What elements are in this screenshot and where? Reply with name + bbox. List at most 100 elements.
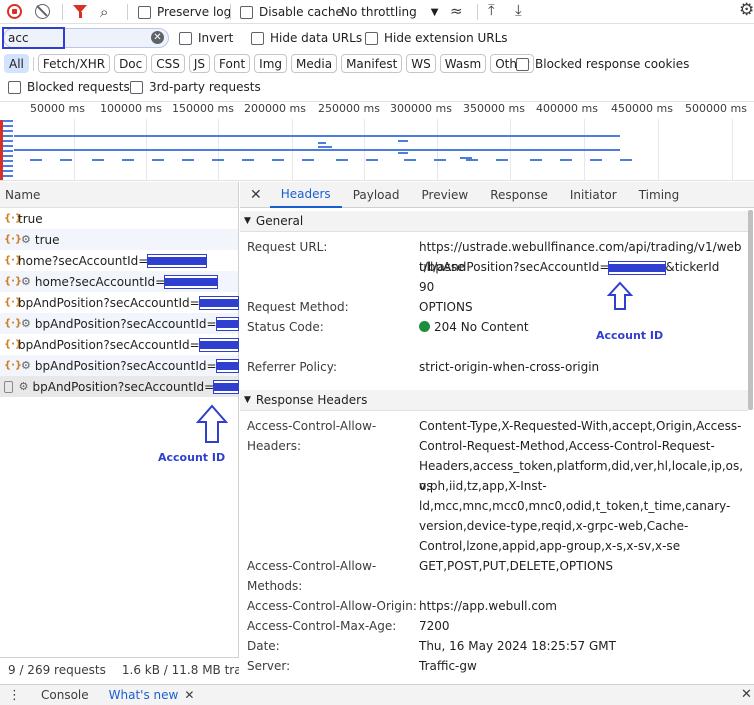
type-font[interactable]: Font bbox=[214, 54, 251, 73]
type-manifest[interactable]: Manifest bbox=[341, 54, 403, 73]
list-item[interactable]: {·} bpAndPosition?secAccountId= bbox=[0, 334, 240, 355]
response-headers-section-header[interactable]: ▼ Response Headers bbox=[240, 390, 748, 411]
response-headers-title: Response Headers bbox=[255, 393, 368, 407]
date-value: Thu, 16 May 2024 18:25:57 GMT bbox=[419, 639, 616, 653]
request-bar bbox=[92, 159, 104, 161]
tick-label: 50000 ms bbox=[30, 102, 85, 115]
type-css[interactable]: CSS bbox=[151, 54, 185, 73]
clear-icon[interactable] bbox=[35, 4, 50, 19]
tab-response[interactable]: Response bbox=[479, 182, 559, 208]
account-id-annotation: Account ID bbox=[158, 451, 226, 464]
request-bar bbox=[434, 159, 446, 161]
request-bar bbox=[530, 159, 542, 161]
xhr-icon: {·} bbox=[4, 297, 23, 308]
xhr-icon: {·} bbox=[4, 318, 23, 329]
status-text: 204 No Content bbox=[434, 320, 529, 334]
request-bar bbox=[182, 159, 194, 161]
list-item[interactable]: {·} true bbox=[0, 208, 238, 229]
type-all[interactable]: All bbox=[4, 54, 29, 73]
tick-label: 250000 ms bbox=[318, 102, 380, 115]
request-name: true bbox=[34, 232, 60, 247]
settings-gear-icon[interactable]: ⚙ bbox=[739, 0, 754, 20]
close-icon[interactable]: ✕ bbox=[184, 688, 194, 702]
blocked-requests-checkbox[interactable] bbox=[8, 80, 21, 94]
request-bar bbox=[398, 140, 408, 142]
xhr-icon: {·} bbox=[4, 255, 23, 266]
tab-headers[interactable]: Headers bbox=[269, 182, 342, 208]
preflight-icon: ⚙ bbox=[21, 275, 31, 288]
search-icon[interactable]: ⌕ bbox=[100, 3, 108, 21]
throttling-select[interactable]: No throttling ▼ bbox=[341, 5, 438, 19]
referrer-policy-value: strict-origin-when-cross-origin bbox=[419, 360, 600, 374]
request-bar bbox=[122, 159, 134, 161]
type-img[interactable]: Img bbox=[254, 54, 288, 73]
export-har-icon[interactable]: ⤓ bbox=[515, 1, 522, 19]
request-url-label: Request URL: bbox=[247, 240, 328, 254]
request-list: Name {·} true {·} ⚙ true {·} home?secAccount… bbox=[0, 182, 240, 657]
tab-whats-new[interactable]: What's new bbox=[109, 688, 179, 702]
network-overview[interactable]: 50000 ms 100000 ms 150000 ms 200000 ms 2… bbox=[0, 101, 754, 181]
type-js[interactable]: JS bbox=[188, 54, 211, 73]
tab-preview[interactable]: Preview bbox=[411, 182, 480, 208]
close-drawer-icon[interactable]: ✕ bbox=[741, 687, 752, 702]
type-wasm[interactable]: Wasm bbox=[439, 54, 487, 73]
hide-data-urls-label: Hide data URLs bbox=[270, 31, 363, 45]
request-bar bbox=[398, 152, 408, 154]
request-bar bbox=[152, 159, 164, 161]
request-method-value: OPTIONS bbox=[419, 300, 473, 314]
request-bar bbox=[60, 159, 72, 161]
name-column-header[interactable]: Name bbox=[0, 182, 238, 208]
status-code-label: Status Code: bbox=[247, 320, 324, 334]
throttling-value: No throttling bbox=[341, 5, 417, 19]
up-arrow-annotation-icon bbox=[195, 404, 229, 447]
type-media[interactable]: Media bbox=[291, 54, 338, 73]
stop-recording-icon[interactable] bbox=[7, 4, 22, 19]
tab-timing[interactable]: Timing bbox=[628, 182, 691, 208]
list-item[interactable]: {·} ⚙ bpAndPosition?secAccountId= bbox=[0, 313, 240, 334]
acma-label: Access-Control-Max-Age: bbox=[247, 619, 397, 633]
list-item[interactable]: {·} home?secAccountId= bbox=[0, 250, 238, 271]
list-item[interactable]: {·} ⚙ bpAndPosition?secAccountId= bbox=[0, 355, 240, 376]
tab-payload[interactable]: Payload bbox=[342, 182, 411, 208]
drawer-menu-icon[interactable]: ⋮ bbox=[8, 688, 21, 703]
import-har-icon[interactable]: ⤒ bbox=[488, 1, 495, 19]
general-section-header[interactable]: ▼ General bbox=[240, 211, 748, 232]
network-conditions-icon[interactable]: ≈ bbox=[450, 2, 463, 20]
tick-label: 350000 ms bbox=[463, 102, 525, 115]
tick-label: 200000 ms bbox=[244, 102, 306, 115]
scrollbar-thumb[interactable] bbox=[748, 210, 753, 410]
request-bar bbox=[620, 159, 632, 161]
preflight-icon: ⚙ bbox=[18, 380, 29, 393]
third-party-checkbox[interactable] bbox=[130, 80, 143, 94]
xhr-icon: {·} bbox=[4, 276, 23, 287]
close-icon[interactable]: ✕ bbox=[240, 187, 270, 203]
list-item[interactable]: {·} ⚙ true bbox=[0, 229, 238, 250]
request-url-line3: 90 bbox=[419, 280, 435, 294]
invert-checkbox[interactable] bbox=[179, 31, 192, 45]
type-fetch-xhr[interactable]: Fetch/XHR bbox=[37, 54, 111, 73]
hide-data-urls-checkbox[interactable] bbox=[251, 31, 264, 45]
filter-annotation-box bbox=[2, 27, 65, 49]
tab-console[interactable]: Console bbox=[41, 688, 89, 702]
referrer-policy-label: Referrer Policy: bbox=[247, 360, 337, 374]
clear-filter-icon[interactable]: ✕ bbox=[151, 31, 164, 44]
tick-label: 450000 ms bbox=[611, 102, 673, 115]
blocked-response-cookies-checkbox[interactable] bbox=[516, 57, 529, 71]
disable-cache-checkbox[interactable] bbox=[240, 5, 253, 19]
chevron-down-icon: ▼ bbox=[430, 6, 439, 18]
list-item[interactable]: {·} ⚙ home?secAccountId= bbox=[0, 271, 238, 292]
request-name: bpAndPosition?secAccountId= bbox=[32, 379, 215, 394]
acam-label: Access-Control-Allow- bbox=[247, 559, 377, 573]
tab-initiator[interactable]: Initiator bbox=[559, 182, 628, 208]
list-item[interactable]: {·} bpAndPosition?secAccountId= bbox=[0, 292, 240, 313]
preflight-icon: ⚙ bbox=[21, 233, 31, 246]
preserve-log-checkbox[interactable] bbox=[138, 5, 151, 19]
acma-value: 7200 bbox=[419, 619, 450, 633]
status-ok-dot-icon bbox=[419, 321, 430, 332]
triangle-down-icon: ▼ bbox=[244, 216, 251, 226]
hide-extension-urls-checkbox[interactable] bbox=[365, 31, 378, 45]
request-bar bbox=[212, 159, 224, 161]
list-item-selected[interactable]: ⚙ bpAndPosition?secAccountId= bbox=[0, 376, 239, 397]
type-doc[interactable]: Doc bbox=[114, 54, 148, 73]
type-ws[interactable]: WS bbox=[406, 54, 436, 73]
